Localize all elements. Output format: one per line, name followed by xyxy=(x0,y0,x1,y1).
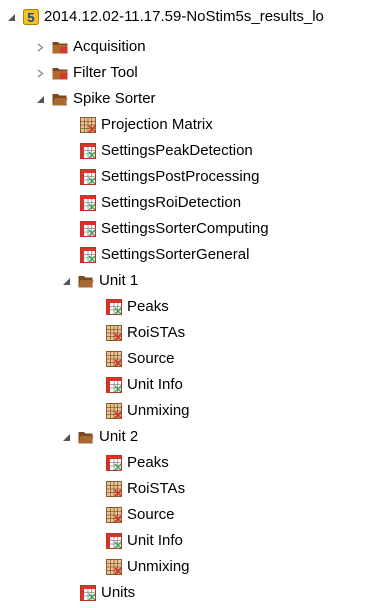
table-icon xyxy=(80,169,96,185)
table-icon xyxy=(106,533,122,549)
tree-node-label: SettingsPostProcessing xyxy=(101,168,260,185)
expanded-arrow-icon[interactable] xyxy=(60,275,72,287)
table-icon xyxy=(106,455,122,471)
matrix-icon xyxy=(106,351,122,367)
tree-node-label: Source xyxy=(127,506,175,523)
tree-node-unit1-unit-info[interactable]: Unit Info xyxy=(106,372,183,398)
tree-node-unit1-peaks[interactable]: Peaks xyxy=(106,294,169,320)
matrix-icon xyxy=(106,403,122,419)
tree-node-label: Acquisition xyxy=(73,38,146,55)
open-folder-icon xyxy=(78,429,94,445)
tree-node-label: Unmixing xyxy=(127,402,190,419)
tree-node-label: Units xyxy=(101,584,136,601)
tree-node-label: Unit 2 xyxy=(99,428,139,445)
project-icon: 5 xyxy=(23,9,39,25)
tree-node-unit1-unmixing[interactable]: Unmixing xyxy=(106,398,190,424)
tree-node-label: Unmixing xyxy=(127,558,190,575)
closed-folder-icon xyxy=(52,39,68,55)
tree-node-label: Unit Info xyxy=(127,532,183,549)
matrix-icon xyxy=(106,325,122,341)
tree-node-label: Peaks xyxy=(127,298,169,315)
matrix-icon xyxy=(106,507,122,523)
tree-node-label: SettingsPeakDetection xyxy=(101,142,253,159)
tree-node-label: SettingsSorterGeneral xyxy=(101,246,250,263)
matrix-icon xyxy=(106,559,122,575)
tree-node-label: 2014.12.02-11.17.59-NoStim5s_results_lo xyxy=(44,8,324,25)
collapsed-arrow-icon[interactable] xyxy=(34,41,46,53)
tree-node-label: SettingsRoiDetection xyxy=(101,194,242,211)
tree-node-unit2-unit-info[interactable]: Unit Info xyxy=(106,528,183,554)
expanded-arrow-icon[interactable] xyxy=(60,431,72,443)
tree-node-settings-post-processing[interactable]: SettingsPostProcessing xyxy=(80,164,259,190)
tree-node-unit1-roistas[interactable]: RoiSTAs xyxy=(106,320,185,346)
table-icon xyxy=(106,299,122,315)
table-icon xyxy=(80,585,96,601)
tree-node-unit1-source[interactable]: Source xyxy=(106,346,175,372)
tree-node-unit2-unmixing[interactable]: Unmixing xyxy=(106,554,190,580)
table-icon xyxy=(106,377,122,393)
table-icon xyxy=(80,195,96,211)
table-icon xyxy=(80,247,96,263)
tree-node-label: Filter Tool xyxy=(73,64,138,81)
tree-node-label: RoiSTAs xyxy=(127,324,186,341)
table-icon xyxy=(80,221,96,237)
tree-node-unit2-roistas[interactable]: RoiSTAs xyxy=(106,476,185,502)
tree-node-spike-sorter[interactable]: Spike Sorter xyxy=(34,86,156,112)
matrix-icon xyxy=(106,481,122,497)
tree-node-filter-tool[interactable]: Filter Tool xyxy=(34,60,138,86)
tree-node-label: RoiSTAs xyxy=(127,480,186,497)
tree-node-label: Unit Info xyxy=(127,376,183,393)
expanded-arrow-icon[interactable] xyxy=(5,11,17,23)
tree-node-label: SettingsSorterComputing xyxy=(101,220,269,237)
tree-node-settings-roi-detection[interactable]: SettingsRoiDetection xyxy=(80,190,241,216)
tree-node-settings-sorter-general[interactable]: SettingsSorterGeneral xyxy=(80,242,249,268)
expanded-arrow-icon[interactable] xyxy=(34,93,46,105)
tree-node-settings-peak-detection[interactable]: SettingsPeakDetection xyxy=(80,138,253,164)
matrix-icon xyxy=(80,117,96,133)
closed-folder-icon xyxy=(52,65,68,81)
tree-node-unit-2[interactable]: Unit 2 xyxy=(60,424,138,450)
tree-node-label: Projection Matrix xyxy=(101,116,213,133)
tree-node-units[interactable]: Units xyxy=(80,580,135,606)
tree-node-label: Source xyxy=(127,350,175,367)
collapsed-arrow-icon[interactable] xyxy=(34,67,46,79)
tree-node-unit2-peaks[interactable]: Peaks xyxy=(106,450,169,476)
tree-node-label: Spike Sorter xyxy=(73,90,156,107)
tree-node-settings-sorter-computing[interactable]: SettingsSorterComputing xyxy=(80,216,269,242)
tree-node-projection-matrix[interactable]: Projection Matrix xyxy=(80,112,213,138)
tree-node-acquisition[interactable]: Acquisition xyxy=(34,34,146,60)
tree-node-unit2-source[interactable]: Source xyxy=(106,502,175,528)
tree-node-label: Unit 1 xyxy=(99,272,139,289)
project-badge: 5 xyxy=(27,10,34,25)
tree-node-unit-1[interactable]: Unit 1 xyxy=(60,268,138,294)
open-folder-icon xyxy=(78,273,94,289)
hdf-tree-view: 5 2014.12.02-11.17.59-NoStim5s_results_l… xyxy=(0,0,380,608)
open-folder-icon xyxy=(52,91,68,107)
tree-node-label: Peaks xyxy=(127,454,169,471)
table-icon xyxy=(80,143,96,159)
tree-node-root[interactable]: 5 2014.12.02-11.17.59-NoStim5s_results_l… xyxy=(5,4,324,30)
